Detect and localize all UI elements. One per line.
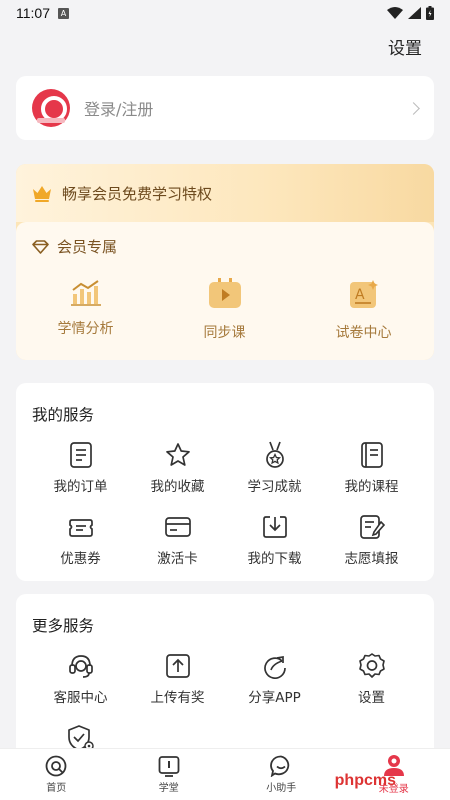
nav-item-classroom[interactable]: 学堂 [113,749,226,800]
crown-icon [33,186,51,202]
service-item-label: 客服中心 [53,690,108,706]
assistant-chat-icon [270,755,290,777]
form-edit-icon [358,513,386,541]
app-logo [32,89,70,127]
my-services-title: 我的服务 [32,406,95,424]
service-item-label: 我的订单 [53,479,108,495]
service-item-label: 学习成就 [247,479,302,495]
vip-feature-exam-center[interactable]: A 试卷中心 [294,278,433,342]
vip-banner-text: 畅享会员免费学习特权 [62,184,213,203]
service-item-label: 我的课程 [344,479,399,495]
video-play-icon [208,278,241,308]
more-services-card: 更多服务 客服中心 上传有奖 分享APP 设置 [16,594,434,764]
service-item-upload-reward[interactable]: 上传有奖 [129,652,226,708]
service-item-label: 我的下载 [247,551,302,567]
service-item-label: 志愿填报 [344,551,399,567]
settings-button[interactable]: 设置 [388,34,422,59]
chevron-right-icon [407,101,420,115]
course-book-icon [358,441,386,469]
vip-card: 畅享会员免费学习特权 会员专属 学情分析 同步课 A 试卷中心 [16,164,434,360]
nav-label: 学堂 [158,783,179,794]
service-item-orders[interactable]: 我的订单 [32,441,129,497]
service-item-activation-card[interactable]: 激活卡 [129,513,226,569]
home-icon [45,755,67,777]
order-document-icon [67,441,95,469]
service-item-label: 设置 [358,690,385,706]
coupon-icon [67,513,95,541]
vip-feature-analysis[interactable]: 学情分析 [16,278,155,342]
vip-feature-label: 试卷中心 [335,325,392,341]
status-bar: 11:07 A [0,0,450,26]
star-icon [164,441,192,469]
service-item-coupons[interactable]: 优惠券 [32,513,129,569]
svg-text:A: A [355,287,365,303]
vip-feature-label: 学情分析 [57,321,114,337]
profile-icon [383,755,404,776]
service-item-customer-service[interactable]: 客服中心 [32,652,129,708]
classroom-icon [158,756,180,777]
exam-paper-icon: A [349,280,378,308]
nav-item-profile[interactable]: 未登录 [338,749,450,800]
login-card[interactable]: 登录/注册 [16,76,434,140]
vip-exclusive-title: 会员专属 [32,236,117,257]
service-item-label: 分享APP [248,690,301,706]
notification-a-icon: A [58,7,69,19]
upload-icon [164,652,192,680]
status-time: 11:07 [16,5,50,21]
status-icons [387,6,434,20]
nav-label: 首页 [46,783,67,794]
vip-exclusive-panel: 会员专属 学情分析 同步课 A 试卷中心 [16,222,434,360]
nav-label: 未登录 [378,784,409,795]
battery-icon [426,6,434,20]
top-header: 设置 [0,30,450,62]
my-services-grid: 我的订单 我的收藏 学习成就 我的课程 优惠券 激活卡 我的下载 志愿填报 [16,441,434,569]
nav-item-assistant[interactable]: 小助手 [225,749,338,800]
wifi-icon [387,7,403,19]
service-item-downloads[interactable]: 我的下载 [226,513,323,569]
diamond-icon [32,239,49,254]
vip-banner[interactable]: 畅享会员免费学习特权 [16,164,434,222]
service-item-label: 上传有奖 [150,690,205,706]
analysis-chart-icon [70,280,101,306]
download-icon [261,513,289,541]
nav-item-home[interactable]: 首页 [0,749,113,800]
vip-feature-label: 同步课 [203,325,246,341]
login-register-label: 登录/注册 [84,100,154,119]
my-services-card: 我的服务 我的订单 我的收藏 学习成就 我的课程 优惠券 激活卡 我的下载 志愿… [16,383,434,581]
service-item-label: 优惠券 [60,551,101,567]
service-item-achievements[interactable]: 学习成就 [226,441,323,497]
service-item-courses[interactable]: 我的课程 [323,441,420,497]
bottom-nav: 首页 学堂 小助手 未登录 [0,748,450,800]
headset-icon [67,652,95,680]
card-icon [164,513,192,541]
vip-exclusive-label: 会员专属 [57,238,118,256]
service-item-settings[interactable]: 设置 [323,652,420,708]
vip-features: 学情分析 同步课 A 试卷中心 [16,278,434,342]
vip-feature-sync-course[interactable]: 同步课 [155,278,294,342]
service-item-favorites[interactable]: 我的收藏 [129,441,226,497]
medal-icon [261,441,289,469]
share-icon [261,652,289,680]
nav-label: 小助手 [266,783,297,794]
gear-icon [358,652,386,680]
service-item-volunteer-form[interactable]: 志愿填报 [323,513,420,569]
service-item-share-app[interactable]: 分享APP [226,652,323,708]
service-item-label: 激活卡 [157,551,198,567]
signal-icon [408,7,421,19]
more-services-title: 更多服务 [32,617,95,635]
service-item-label: 我的收藏 [150,479,205,495]
